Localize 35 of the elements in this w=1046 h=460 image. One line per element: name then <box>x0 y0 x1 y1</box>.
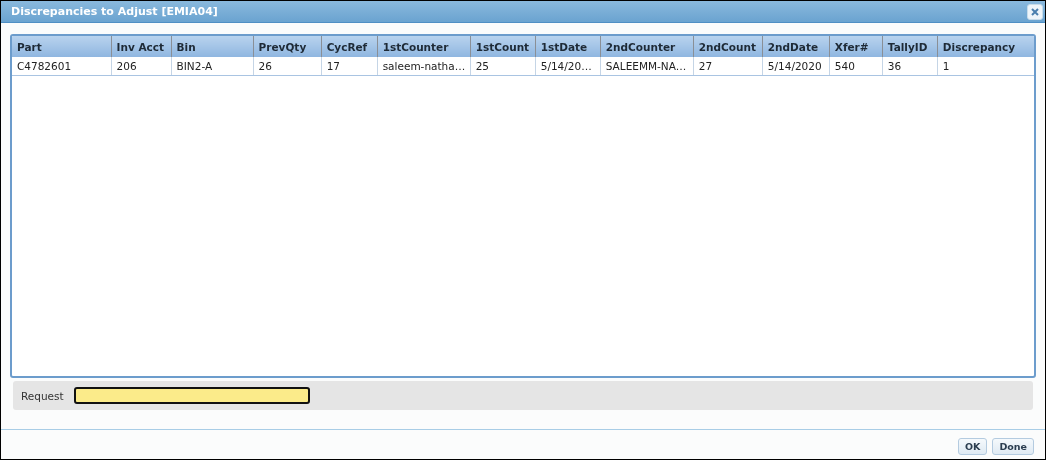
done-button[interactable]: Done <box>992 438 1034 455</box>
column-header[interactable]: TallyID <box>882 36 938 57</box>
table-cell: BIN2-A <box>171 57 254 75</box>
table-cell: C4782601 <box>12 57 112 75</box>
ok-button[interactable]: OK <box>957 438 988 455</box>
table-cell: 25 <box>470 57 536 75</box>
request-label: Request <box>21 389 64 402</box>
column-header[interactable]: Inv Acct <box>111 36 172 57</box>
column-header[interactable]: 2ndDate <box>762 36 830 57</box>
column-header[interactable]: PrevQty <box>253 36 322 57</box>
table-cell: 36 <box>882 57 938 75</box>
column-header[interactable]: 2ndCounter <box>600 36 694 57</box>
column-header[interactable]: 1stDate <box>535 36 601 57</box>
table-cell: 27 <box>693 57 763 75</box>
column-header[interactable]: CycRef <box>321 36 378 57</box>
table-cell: 1 <box>937 57 1034 75</box>
column-header[interactable]: 1stCount <box>470 36 536 57</box>
column-header[interactable]: 2ndCount <box>693 36 763 57</box>
table-cell: 17 <box>321 57 378 75</box>
column-header[interactable]: 1stCounter <box>377 36 471 57</box>
table-cell: 206 <box>111 57 172 75</box>
column-header[interactable]: Discrepancy <box>937 36 1034 57</box>
table-cell: SALEEMM-NA… <box>600 57 694 75</box>
column-header[interactable]: Xfer# <box>829 36 883 57</box>
table-cell: 5/14/20… <box>535 57 601 75</box>
close-icon <box>1031 7 1039 16</box>
window-title: Discrepancies to Adjust [EMIA04] <box>11 5 218 18</box>
column-header[interactable]: Bin <box>171 36 254 57</box>
table-cell: 540 <box>829 57 883 75</box>
column-header[interactable]: Part <box>12 36 112 57</box>
table-cell: saleem-natha… <box>377 57 471 75</box>
table-cell: 5/14/2020 <box>762 57 830 75</box>
request-field[interactable] <box>73 387 310 404</box>
table-cell: 26 <box>253 57 322 75</box>
close-button[interactable] <box>1027 3 1043 20</box>
